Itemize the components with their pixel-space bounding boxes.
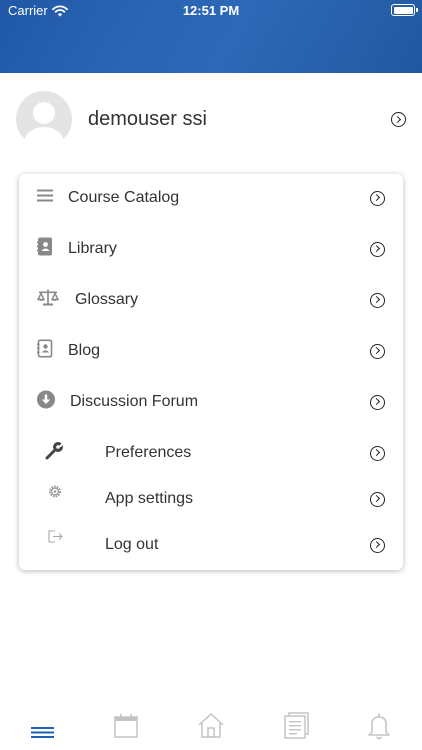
profile-row[interactable]: demouser ssi (0, 86, 422, 152)
user-name: demouser ssi (88, 108, 207, 130)
download-circle-icon (37, 390, 55, 414)
calendar-icon (114, 714, 138, 738)
chevron-right-icon (370, 445, 385, 461)
menu-item-label: Blog (68, 342, 101, 359)
chevron-right-icon (370, 241, 385, 257)
chevron-right-icon (370, 292, 385, 308)
chevron-right-icon (370, 190, 385, 206)
status-time: 12:51 PM (182, 3, 240, 18)
menu-item-preferences[interactable]: Preferences (19, 430, 403, 476)
tab-calendar[interactable] (111, 710, 141, 740)
chevron-right-icon (370, 491, 385, 507)
menu-item-label: Course Catalog (68, 189, 180, 206)
menu-item-log-out[interactable]: Log out (19, 522, 403, 568)
bell-icon (368, 713, 390, 740)
tab-notifications[interactable] (364, 710, 394, 740)
tab-home[interactable] (196, 710, 226, 740)
menu-item-course-catalog[interactable]: Course Catalog (19, 175, 403, 221)
tab-courses[interactable] (281, 710, 311, 740)
tab-menu[interactable] (28, 710, 58, 740)
home-icon (198, 712, 224, 738)
chevron-right-icon (370, 343, 385, 359)
menu-item-label: App settings (105, 490, 194, 507)
menu-item-glossary[interactable]: Glossary (19, 277, 403, 323)
contact-card-icon (37, 339, 53, 363)
address-book-icon (37, 237, 53, 261)
chevron-right-icon (370, 394, 385, 410)
user-silhouette-icon (24, 102, 64, 147)
menu-item-label: Library (68, 240, 117, 257)
app-header: Carrier 12:51 PM (0, 0, 422, 73)
logout-icon (48, 530, 64, 548)
menu-item-label: Glossary (75, 291, 139, 308)
menu-item-label: Preferences (105, 444, 192, 461)
menu-item-label: Discussion Forum (70, 393, 199, 410)
gear-icon (48, 485, 62, 504)
menu-item-discussion-forum[interactable]: Discussion Forum (19, 379, 403, 425)
menu-item-label: Log out (105, 536, 159, 553)
document-icon (284, 712, 309, 739)
balance-scale-icon (36, 289, 60, 311)
menu-item-app-settings[interactable]: App settings (19, 476, 403, 522)
menu-item-blog[interactable]: Blog (19, 328, 403, 374)
list-icon (37, 189, 53, 208)
battery-icon (391, 4, 418, 16)
wrench-icon (45, 441, 64, 465)
menu-item-library[interactable]: Library (19, 226, 403, 272)
hamburger-icon (31, 727, 54, 738)
profile-chevron-icon[interactable] (391, 112, 406, 127)
tab-bar (0, 700, 422, 750)
status-bar: Carrier 12:51 PM (0, 0, 422, 22)
main-menu: Course Catalog Library Glossary Blog Dis… (19, 174, 403, 570)
chevron-right-icon (370, 537, 385, 553)
avatar (16, 91, 72, 147)
